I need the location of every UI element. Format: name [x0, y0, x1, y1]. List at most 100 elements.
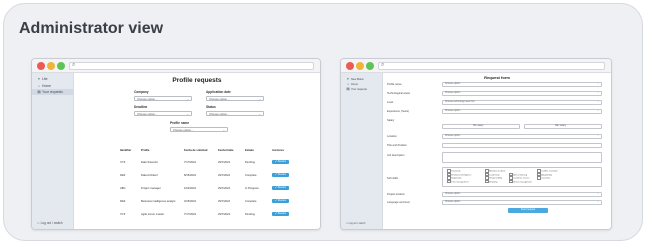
review-button[interactable]: ✔ Review	[272, 211, 289, 216]
profile-name-label: Profile name	[170, 121, 190, 125]
checkbox-stress[interactable]: Stress management	[509, 180, 532, 184]
request-form-window: ⌕ ≡ New Maria ⌂ Home ▤Your requests ⇦ Log …	[340, 58, 612, 230]
address-bar[interactable]: ⌕	[69, 62, 314, 70]
cell-id: ABC	[120, 187, 126, 190]
chevron-down-icon: ⌄	[597, 110, 599, 112]
requests-icon: ▤	[346, 87, 350, 91]
col-header-profile: Profile	[141, 149, 150, 152]
sidebar-item-home[interactable]: ⌂ Home	[37, 84, 51, 88]
cell-deadline: 29/7/2024	[218, 161, 230, 164]
col-header-identifier: Identifier	[120, 149, 132, 152]
title-position-input[interactable]	[442, 143, 602, 148]
field-label: Experience (Years)	[387, 110, 409, 113]
language-level-select[interactable]: Choose option... ⌄	[442, 200, 602, 205]
close-window-button[interactable]	[37, 62, 45, 70]
experience-select[interactable]: Choose option... ⌄	[442, 109, 602, 114]
send-request-button[interactable]: Send request	[508, 208, 548, 213]
sidebar-item-user[interactable]: ≡ New Maria	[346, 77, 363, 81]
cell-profile: Project manager	[141, 187, 161, 190]
chevron-down-icon: ⌄	[597, 92, 599, 94]
close-window-button[interactable]	[346, 62, 354, 70]
review-button[interactable]: ✔ Review	[272, 185, 289, 190]
main-content: Request form Profile name Choose option.…	[383, 73, 611, 229]
address-bar[interactable]: ⌕	[378, 62, 605, 70]
cell-applied: 3/15/2024	[184, 200, 196, 203]
chevron-down-icon: ⌄	[597, 201, 599, 203]
cell-deadline: 29/7/2024	[218, 174, 230, 177]
sidebar-item-lite[interactable]: ≡ Lite	[37, 77, 47, 81]
max-salary-input[interactable]: Max salary	[524, 124, 602, 129]
cell-status: Pending	[245, 161, 255, 164]
min-salary-input[interactable]: Min salary	[442, 124, 520, 129]
field-label: Title and Position	[387, 144, 407, 147]
col-header-actions: Acciones	[272, 149, 284, 152]
level-select[interactable]: Choose technology level first ⌄	[442, 100, 602, 105]
profile-name-select[interactable]: Choose option... ⌄	[170, 127, 228, 132]
page-title: Request form	[484, 75, 510, 80]
review-button[interactable]: ✔ Review	[272, 172, 289, 177]
col-header-deadline: Fecha límite	[218, 149, 234, 152]
search-icon: ⌕	[72, 62, 76, 68]
col-header-applied: Fecha de solicitud	[184, 149, 208, 152]
field-label: Profile name	[387, 83, 402, 86]
checkbox-creativity[interactable]: Creativity	[537, 176, 550, 180]
page-title: Profile requests	[172, 77, 222, 84]
cell-status: Complete	[245, 174, 257, 177]
field-label: Location	[387, 135, 397, 138]
application-date-select[interactable]: Choose option... ⌄	[206, 96, 264, 101]
tech-areas-select[interactable]: Choose option... ⌄	[442, 91, 602, 96]
field-label: Language and level	[387, 201, 410, 204]
field-label: Soft skills	[387, 177, 398, 180]
maximize-window-button[interactable]	[366, 62, 374, 70]
cell-deadline: 29/7/2024	[218, 187, 230, 190]
checkbox-time-management[interactable]: Time management	[447, 180, 468, 184]
cell-id: XYZ	[120, 161, 126, 164]
col-header-status: Estado	[245, 149, 254, 152]
sidebar-item-requests[interactable]: ▤Your requests	[346, 87, 367, 91]
field-label: Level	[387, 101, 394, 104]
list-icon: ≡	[347, 77, 349, 81]
company-select[interactable]: Choose option... ⌄	[134, 96, 192, 101]
window-titlebar: ⌕	[341, 59, 611, 73]
deadline-select[interactable]: Choose option... ⌄	[134, 111, 192, 116]
cell-status: Pending	[245, 213, 255, 216]
chevron-down-icon: ⌄	[186, 112, 189, 116]
list-icon: ≡	[38, 77, 40, 81]
chevron-down-icon: ⌄	[597, 83, 599, 85]
profile-requests-window: ⌕ ≡ Lite ⌂ Home ▤Your requests ⇦ Log out /…	[31, 58, 321, 230]
cell-deadline: 29/7/2024	[218, 200, 230, 203]
field-label: Job description	[387, 154, 405, 157]
cell-status: Complete	[245, 200, 257, 203]
cell-applied: 8/15/2024	[184, 174, 196, 177]
maximize-window-button[interactable]	[57, 62, 65, 70]
sidebar-item-requests[interactable]: ▤Your requests	[32, 89, 73, 95]
cell-profile: Data Scientist	[141, 161, 158, 164]
cell-id: XYZ	[120, 213, 126, 216]
minimize-window-button[interactable]	[356, 62, 364, 70]
chevron-down-icon: ⌄	[222, 128, 225, 132]
checkbox-empathy[interactable]: Empathy	[485, 180, 497, 184]
review-button[interactable]: ✔ Review	[272, 159, 289, 164]
profile-name-select[interactable]: Choose option... ⌄	[442, 82, 602, 87]
location-select[interactable]: Choose option... ⌄	[442, 134, 602, 139]
chevron-down-icon: ⌄	[597, 135, 599, 137]
job-description-textarea[interactable]	[442, 152, 602, 163]
cell-applied: 10/2/2024	[184, 187, 196, 190]
logout-link[interactable]: ⇦ Log out / switch	[346, 222, 365, 225]
home-icon: ⌂	[37, 84, 41, 88]
status-select[interactable]: Choose option... ⌄	[206, 111, 264, 116]
logout-link[interactable]: ⇦ Log out / switch	[37, 221, 63, 225]
cell-deadline: 29/7/2024	[218, 213, 230, 216]
home-icon: ⌂	[346, 82, 350, 86]
search-icon: ⌕	[381, 62, 385, 68]
cell-profile: Data Architect	[141, 174, 158, 177]
minimize-window-button[interactable]	[47, 62, 55, 70]
company-label: Company	[134, 90, 149, 94]
project-location-select[interactable]: Choose option... ⌄	[442, 192, 602, 197]
status-label: Status	[206, 105, 216, 109]
sidebar-item-home[interactable]: ⌂ Home	[346, 82, 358, 86]
chevron-down-icon: ⌄	[258, 112, 261, 116]
review-button[interactable]: ✔ Review	[272, 198, 289, 203]
requests-icon: ▤	[37, 90, 41, 94]
cell-applied: 7/17/2024	[184, 213, 196, 216]
